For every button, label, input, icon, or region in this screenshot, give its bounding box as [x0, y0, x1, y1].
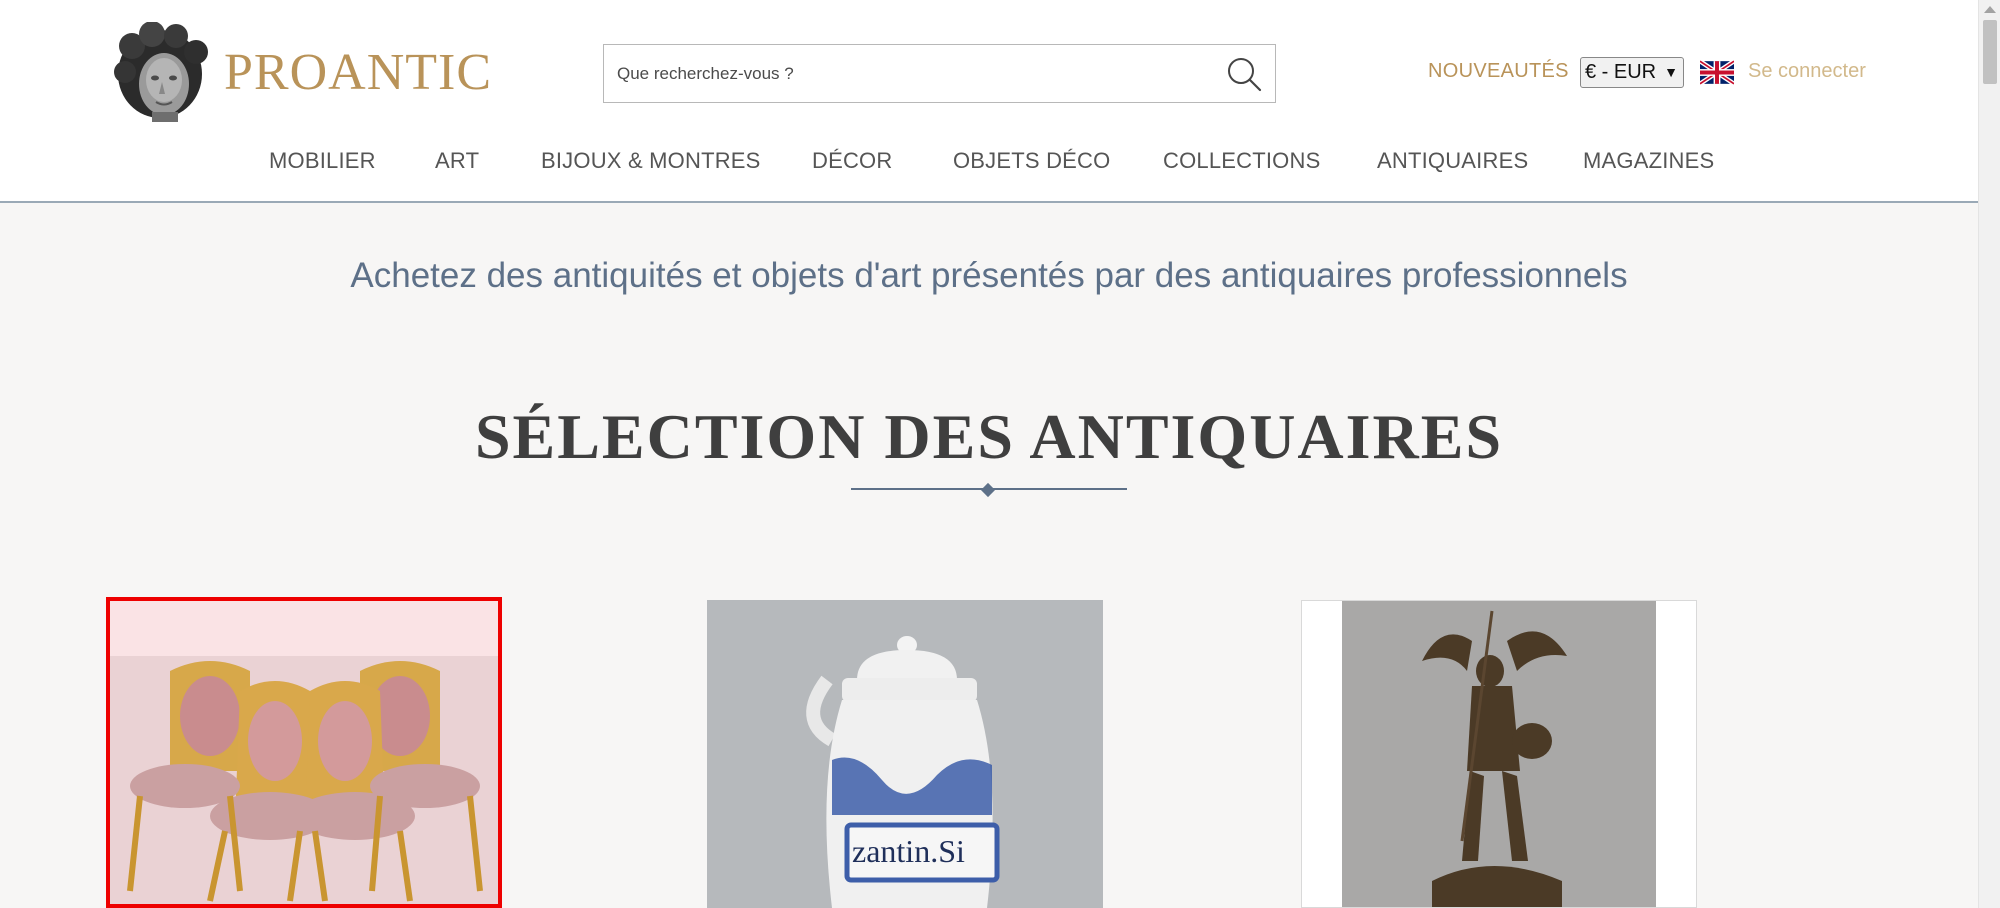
nav-item-decor[interactable]: DÉCOR [812, 148, 892, 174]
nav-item-mobilier[interactable]: MOBILIER [269, 148, 376, 174]
nav-item-art[interactable]: ART [435, 148, 479, 174]
title-divider-ornament [980, 482, 996, 498]
product-image-armchairs [110, 601, 498, 904]
main-nav: MOBILIER ART BIJOUX & MONTRES DÉCOR OBJE… [0, 148, 1978, 178]
search-input[interactable] [604, 45, 1204, 102]
product-card-sculpture[interactable] [1301, 600, 1697, 908]
uk-flag-icon [1698, 59, 1736, 86]
scroll-up-arrow-icon[interactable] [1984, 6, 1996, 13]
chevron-down-icon: ▼ [1664, 64, 1678, 80]
nav-item-objets-deco[interactable]: OBJETS DÉCO [953, 148, 1110, 174]
search-button[interactable] [1225, 55, 1263, 93]
section-title: SÉLECTION DES ANTIQUAIRES [474, 401, 1504, 472]
product-card-jar[interactable]: zantin.Si [707, 600, 1103, 908]
currency-select[interactable]: € - EUR ▼ [1580, 57, 1684, 88]
cherub-head-logo [114, 21, 208, 122]
tagline: Achetez des antiquités et objets d'art p… [350, 256, 1628, 295]
search-bar [603, 44, 1276, 103]
nav-item-collections[interactable]: COLLECTIONS [1163, 148, 1320, 174]
nav-item-magazines[interactable]: MAGAZINES [1583, 148, 1714, 174]
product-image-sculpture [1302, 601, 1696, 907]
nav-item-antiquaires[interactable]: ANTIQUAIRES [1377, 148, 1528, 174]
nouveautes-link[interactable]: NOUVEAUTÉS [1428, 60, 1569, 83]
language-switch[interactable] [1698, 59, 1736, 86]
nav-item-bijoux-montres[interactable]: BIJOUX & MONTRES [541, 148, 761, 174]
currency-value: € - EUR [1585, 61, 1657, 83]
page-scrollbar[interactable] [1978, 0, 2000, 908]
product-image-jar: zantin.Si [707, 600, 1103, 908]
brand-name[interactable]: PROANTIC [224, 43, 492, 103]
logo-link[interactable] [112, 21, 212, 122]
product-card-armchairs[interactable] [106, 597, 502, 908]
site-header: PROANTIC NOUVEAUTÉS € - EUR ▼ Se connect… [0, 0, 1978, 203]
search-icon [1228, 58, 1262, 92]
login-link[interactable]: Se connecter [1748, 60, 1866, 83]
jar-inscription: zantin.Si [852, 833, 965, 869]
scrollbar-thumb[interactable] [1983, 20, 1997, 84]
